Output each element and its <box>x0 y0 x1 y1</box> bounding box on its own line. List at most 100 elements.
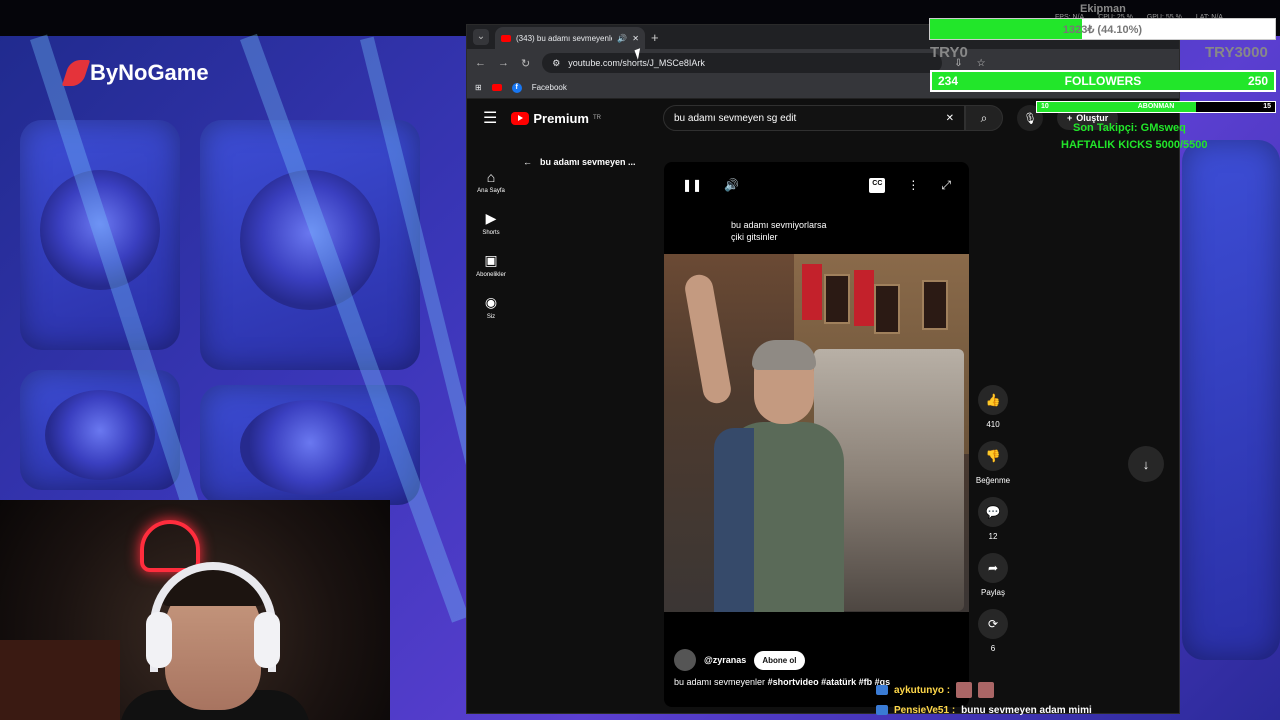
volume-icon[interactable]: 🔊 <box>724 178 739 193</box>
sidebar-item-shorts[interactable]: ▶ Shorts <box>467 210 515 236</box>
more-options-icon[interactable]: ⋮ <box>907 178 919 193</box>
channel-avatar[interactable] <box>674 649 696 671</box>
you-icon: ◉ <box>484 294 498 310</box>
logo-text: Premium <box>533 110 589 126</box>
headphone-cup <box>254 612 280 668</box>
weekly-kicks: HAFTALIK KICKS 5000/5500 <box>1061 139 1208 151</box>
youtube-bookmark-icon[interactable] <box>491 84 502 91</box>
back-arrow-icon[interactable]: ← <box>523 157 532 167</box>
sidebar-item-siz[interactable]: ◉ Siz <box>467 294 515 320</box>
close-tab-icon[interactable]: ✕ <box>632 34 639 43</box>
video-frame[interactable] <box>664 254 969 612</box>
player-controls: ❚❚ 🔊 CC ⋮ ⤢ <box>664 178 969 193</box>
neon-sign <box>140 520 200 572</box>
mic-icon: 🎙 <box>1023 112 1037 125</box>
video-caption: bu adamı sevmiyorlarsa çiki gitsinler <box>731 219 871 243</box>
action-label: 12 <box>988 532 998 541</box>
search-value: bu adamı sevmeyen sg edit <box>673 112 797 124</box>
goal-progress-bar: 1323₺ (44.10%) <box>929 18 1276 40</box>
stream-scene: ByNoGame ⌄ (343) bu adamı sevmeyenler 🔊 … <box>0 0 1280 720</box>
chat-username: aykutunyo : <box>894 684 951 696</box>
speaker-graphic <box>200 120 420 370</box>
sidebar-item-ana-sayfa[interactable]: ⌂ Ana Sayfa <box>467 169 515 194</box>
dislike-action[interactable]: 👎 Beğenme <box>976 441 1010 485</box>
search-button[interactable]: ⌕ <box>964 105 1003 131</box>
emote-icon <box>956 682 973 698</box>
sidebar-item-label: Abonelikler <box>476 272 506 278</box>
channel-name[interactable]: @zyranas <box>704 655 746 665</box>
shorts-back-title[interactable]: ← bu adamı sevmeyen ... <box>523 157 636 167</box>
headphone-cup <box>146 612 172 668</box>
action-label: 6 <box>990 644 996 653</box>
chat-overlay: aykutunyo : PensieVe51 : bunu sevmeyen a… <box>876 680 1092 720</box>
speaker-graphic <box>1182 140 1280 660</box>
subscriber-target: 15 <box>1263 103 1271 110</box>
chat-text: bunu sevmeyen adam mimi <box>961 704 1092 716</box>
brand-name: ByNoGame <box>90 60 209 85</box>
goal-min: TRY0 <box>930 44 968 61</box>
tab-title: (343) bu adamı sevmeyenler <box>516 33 613 43</box>
bynogame-logo-icon <box>61 60 91 86</box>
tab-search-button[interactable]: ⌄ <box>473 29 489 45</box>
search-input[interactable]: bu adamı sevmeyen sg edit ✕ <box>662 105 965 131</box>
fullscreen-icon[interactable]: ⤢ <box>941 178 951 193</box>
share-action[interactable]: ➦ Paylaş <box>978 553 1008 597</box>
youtube-logo[interactable]: Premium TR <box>511 111 601 126</box>
flag <box>802 264 822 320</box>
goal-max: TRY3000 <box>1205 44 1268 61</box>
short-player[interactable]: ❚❚ 🔊 CC ⋮ ⤢ bu adamı sevmiyorlarsa çiki … <box>664 162 969 707</box>
bookmark-facebook[interactable]: Facebook <box>532 83 567 92</box>
emote-icon <box>978 682 995 698</box>
chat-message: PensieVe51 : bunu sevmeyen adam mimi <box>876 700 1092 720</box>
audio-icon[interactable]: 🔊 <box>617 34 627 43</box>
clear-search-icon[interactable]: ✕ <box>946 113 954 124</box>
share-icon[interactable]: ➦ <box>978 553 1008 583</box>
description-text: bu adamı sevmeyenler <box>674 677 766 687</box>
subscriber-label: ABONMAN <box>1137 103 1175 110</box>
followers-target: 250 <box>1247 74 1268 88</box>
like-action[interactable]: 👍 410 <box>978 385 1008 429</box>
building-window <box>824 274 850 324</box>
back-arrow-icon[interactable]: ← <box>475 57 486 69</box>
comment-icon[interactable]: 💬 <box>978 497 1008 527</box>
caption-line: bu adamı sevmiyorlarsa <box>731 220 827 230</box>
last-follower: Son Takipçi: GMsweq <box>1073 122 1186 134</box>
captions-icon[interactable]: CC <box>869 178 886 193</box>
youtube-favicon-icon <box>501 34 511 42</box>
sidebar-item-label: Shorts <box>482 230 500 236</box>
menu-icon[interactable]: ☰ <box>483 108 497 128</box>
subscribe-button[interactable]: Abone ol <box>754 650 805 670</box>
like-icon[interactable]: 👍 <box>978 385 1008 415</box>
logo-region: TR <box>592 115 601 121</box>
remix-icon[interactable]: ⟳ <box>978 609 1008 639</box>
new-tab-button[interactable]: + <box>651 30 659 45</box>
plus-icon: + <box>1066 113 1073 123</box>
browser-tab[interactable]: (343) bu adamı sevmeyenler 🔊 ✕ <box>495 27 645 49</box>
followers-goal: 234 FOLLOWERS 250 <box>930 70 1276 92</box>
dislike-icon[interactable]: 👎 <box>978 441 1008 471</box>
site-info-icon[interactable]: ⚙ <box>552 58 560 69</box>
home-icon: ⌂ <box>486 169 496 185</box>
sidebar-item-abonelikler[interactable]: ▣ Abonelikler <box>467 252 515 278</box>
reload-icon[interactable]: ↻ <box>521 57 530 70</box>
action-label: Paylaş <box>980 588 1005 597</box>
comment-action[interactable]: 💬 12 <box>978 497 1008 541</box>
followers-current: 234 <box>938 74 959 88</box>
sidebar-item-label: Siz <box>486 314 496 320</box>
youtube-play-icon <box>511 111 530 125</box>
url-field[interactable]: ⚙ youtube.com/shorts/J_MSCe8IArk <box>542 53 943 73</box>
next-short-button[interactable]: ↓ <box>1128 446 1164 482</box>
pause-icon[interactable]: ❚❚ <box>682 178 702 193</box>
search-icon: ⌕ <box>980 110 988 125</box>
action-label: 410 <box>986 420 1000 429</box>
apps-grid-icon[interactable]: ⊞ <box>475 83 482 92</box>
webcam-feed <box>0 500 390 720</box>
flag <box>854 270 874 326</box>
action-label: Beğenme <box>975 476 1011 485</box>
forward-arrow-icon[interactable]: → <box>498 57 509 69</box>
room-shelf <box>0 640 120 720</box>
remix-action[interactable]: ⟳ 6 <box>978 609 1008 653</box>
bookmark-star-icon[interactable]: ☆ <box>977 58 986 69</box>
hashtags[interactable]: #shortvideo #atatürk #fb #gs <box>768 677 891 687</box>
stream-logo: ByNoGame <box>61 60 209 86</box>
